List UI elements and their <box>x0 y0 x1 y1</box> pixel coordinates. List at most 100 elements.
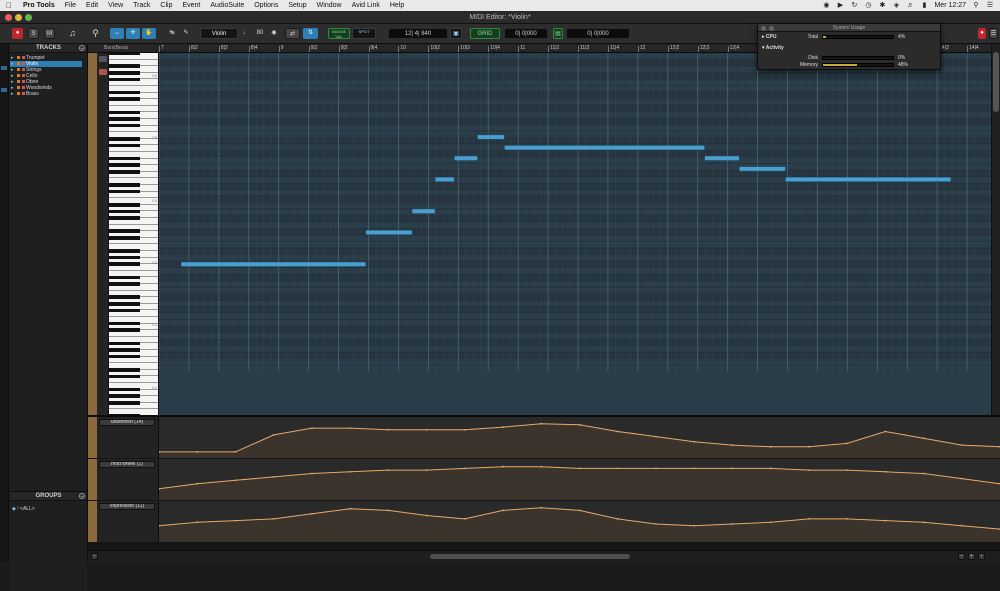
ruler-bar-label[interactable]: 10 <box>398 44 406 53</box>
midi-note[interactable] <box>434 176 455 182</box>
tracks-options-icon[interactable]: ⌄ <box>79 45 85 51</box>
editor-menu-icon[interactable]: ☰ <box>989 28 998 39</box>
nudge-value-display[interactable]: NUDGE VAL <box>328 28 350 39</box>
midi-merge-button[interactable] <box>99 69 107 75</box>
black-key[interactable] <box>109 275 140 280</box>
black-key[interactable] <box>109 77 140 82</box>
link-timeline-button[interactable]: ⇄ <box>285 28 300 39</box>
controller-breakpoint[interactable] <box>693 467 696 470</box>
scrubber-tool-icon[interactable]: ↹ <box>166 28 178 39</box>
black-key[interactable] <box>109 394 140 398</box>
track-selector-dropdown[interactable]: Violin <box>200 28 238 39</box>
zoom-in-icon[interactable]: + <box>968 553 975 560</box>
controller-breakpoint[interactable] <box>234 479 237 482</box>
ruler-bar-label[interactable]: 8|3 <box>218 44 228 53</box>
zoom-tool-icon[interactable]: ⚲ <box>90 28 101 39</box>
controller-breakpoint[interactable] <box>731 523 734 525</box>
menu-avid-link[interactable]: Avid Link <box>347 0 385 11</box>
controller-breakpoint[interactable] <box>922 437 925 440</box>
midi-note[interactable] <box>365 229 413 235</box>
mirror-midi-icon[interactable]: ◉ <box>267 28 281 39</box>
controller-breakpoint[interactable] <box>425 428 428 431</box>
notification-center-icon[interactable]: ☰ <box>986 2 994 10</box>
midi-merge-icon[interactable]: ▤ <box>553 28 563 39</box>
menu-edit[interactable]: Edit <box>81 0 103 11</box>
ruler-bar-label[interactable]: 10|2 <box>428 44 440 53</box>
grid-value-display[interactable]: GRID <box>470 28 500 39</box>
controller-breakpoint[interactable] <box>540 506 543 509</box>
system-usage-window[interactable]: System Usage ▸ CPU Total 4% ▾ Activity D… <box>757 23 941 70</box>
bluetooth-icon[interactable]: ✱ <box>878 2 886 10</box>
controller-breakpoint[interactable] <box>425 514 428 517</box>
controller-breakpoint[interactable] <box>578 423 581 426</box>
solo-button[interactable]: S <box>28 28 39 39</box>
controller-breakpoint[interactable] <box>693 524 696 527</box>
pencil-tool-icon[interactable]: ✎ <box>180 28 192 39</box>
system-usage-zoom-button[interactable] <box>769 26 774 31</box>
ruler-bar-label[interactable]: 9 <box>278 44 283 53</box>
close-window-button[interactable] <box>5 14 12 21</box>
controller-breakpoint[interactable] <box>387 469 390 471</box>
controller-breakpoint[interactable] <box>884 519 887 522</box>
menu-track[interactable]: Track <box>128 0 155 11</box>
controller-breakpoint[interactable] <box>502 465 504 468</box>
apple-menu-icon[interactable]:  <box>0 1 18 10</box>
group-row-all[interactable]: ◆ ! <ALL> <box>12 506 35 512</box>
black-key[interactable] <box>109 374 140 379</box>
controller-breakpoint[interactable] <box>769 445 772 448</box>
ruler-bar-label[interactable]: 10|4 <box>488 44 500 53</box>
groups-options-icon[interactable]: ⌄ <box>79 493 85 499</box>
black-key[interactable] <box>109 229 140 233</box>
controller-breakpoint[interactable] <box>578 509 581 512</box>
black-key[interactable] <box>109 110 140 115</box>
menu-audiosuite[interactable]: AudioSuite <box>205 0 249 11</box>
activity-section-toggle[interactable]: ▾ Activity <box>762 45 784 51</box>
black-key[interactable] <box>109 170 140 174</box>
black-key[interactable] <box>109 387 140 392</box>
lane-controller-selector[interactable]: undefined (14) <box>99 419 155 426</box>
notation-view-icon[interactable] <box>99 56 107 62</box>
controller-breakpoint[interactable] <box>960 477 963 480</box>
controller-plot[interactable] <box>159 417 1000 458</box>
controller-breakpoint[interactable] <box>960 444 963 446</box>
ruler-bar-label[interactable]: 7 <box>159 44 164 53</box>
zoom-window-button[interactable] <box>25 14 32 21</box>
controller-breakpoint[interactable] <box>960 524 963 527</box>
controller-breakpoint[interactable] <box>349 470 352 473</box>
piano-roll-grid[interactable] <box>159 53 997 371</box>
controller-breakpoint[interactable] <box>463 467 466 470</box>
spotlight-icon[interactable]: ⚲ <box>972 2 980 10</box>
scroll-right-icon[interactable]: › <box>978 553 985 560</box>
ruler-bar-label[interactable]: 11 <box>518 44 525 53</box>
spot-mode-display[interactable]: SPOT <box>352 28 376 39</box>
controller-curve-canvas[interactable] <box>159 417 1000 458</box>
controller-curve-canvas[interactable] <box>159 459 1000 500</box>
track-row[interactable]: ▸ Brass <box>10 91 82 97</box>
black-key[interactable] <box>109 321 140 326</box>
controller-breakpoint[interactable] <box>807 518 810 520</box>
black-key[interactable] <box>109 401 140 405</box>
lane-gutter[interactable] <box>88 459 97 500</box>
black-key[interactable] <box>109 354 140 359</box>
record-enable-button[interactable]: ● <box>12 28 23 39</box>
play-status-icon[interactable]: ▶ <box>836 2 844 10</box>
midi-note[interactable] <box>180 261 367 267</box>
black-key[interactable] <box>109 71 140 75</box>
black-key[interactable] <box>109 90 140 95</box>
midi-note[interactable] <box>785 176 952 182</box>
group-visibility-icon[interactable]: ◆ <box>12 506 16 512</box>
selection-length-display[interactable]: 0| 0|000 <box>566 28 630 39</box>
wifi-icon[interactable]: ◈ <box>892 2 900 10</box>
ruler-bar-label[interactable]: 8|2 <box>188 44 198 53</box>
controller-breakpoint[interactable] <box>272 434 275 436</box>
sync-icon[interactable]: ↻ <box>850 2 858 10</box>
black-key[interactable] <box>109 255 140 260</box>
controller-breakpoint[interactable] <box>616 430 619 433</box>
black-key[interactable] <box>109 368 140 372</box>
menu-view[interactable]: View <box>103 0 128 11</box>
black-key[interactable] <box>109 348 140 352</box>
menu-event[interactable]: Event <box>177 0 205 11</box>
controller-breakpoint[interactable] <box>655 435 657 438</box>
controller-breakpoint[interactable] <box>807 445 810 448</box>
black-key[interactable] <box>109 302 140 306</box>
